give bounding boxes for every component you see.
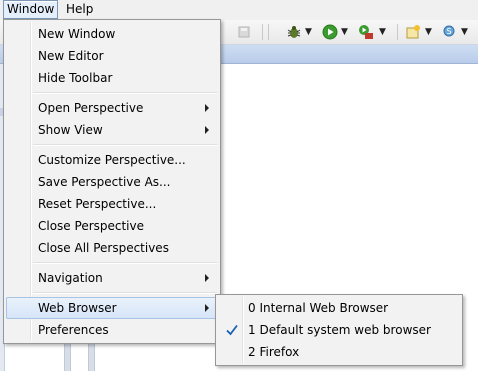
window-menu: New Window New Editor Hide Toolbar Open … — [3, 19, 221, 344]
menu-item-label: Reset Perspective... — [38, 197, 157, 211]
menu-item-label: New Editor — [38, 49, 104, 63]
menu-bar: Window Help — [0, 0, 478, 21]
chevron-down-icon[interactable]: ▼ — [379, 27, 386, 37]
submenu-item-default-system-web-browser[interactable]: 1 Default system web browser — [218, 319, 458, 341]
menu-separator — [33, 292, 217, 294]
submenu-item-firefox[interactable]: 2 Firefox — [218, 341, 458, 363]
menu-separator — [33, 144, 217, 146]
menu-item-show-view[interactable]: Show View — [6, 119, 217, 141]
debug-icon[interactable] — [286, 24, 302, 40]
menu-item-save-perspective-as[interactable]: Save Perspective As... — [6, 171, 217, 193]
submenu-item-internal-web-browser[interactable]: 0 Internal Web Browser — [218, 297, 458, 319]
menu-item-navigation[interactable]: Navigation — [6, 267, 217, 289]
submenu-arrow-icon — [205, 104, 209, 112]
menu-item-reset-perspective[interactable]: Reset Perspective... — [6, 193, 217, 215]
menu-item-label: Save Perspective As... — [38, 175, 171, 189]
menu-item-web-browser[interactable]: Web Browser — [6, 297, 217, 319]
toolbar-separator — [268, 24, 269, 40]
menu-item-label: Navigation — [38, 271, 103, 285]
submenu-arrow-icon — [205, 126, 209, 134]
submenu-arrow-icon — [205, 274, 209, 282]
menu-separator — [33, 262, 217, 264]
new-wizard-icon[interactable] — [405, 24, 421, 40]
run-icon[interactable] — [322, 24, 338, 40]
menu-item-label: Close All Perspectives — [38, 241, 169, 255]
external-tools-icon[interactable] — [358, 24, 374, 40]
menu-item-new-editor[interactable]: New Editor — [6, 45, 217, 67]
submenu-arrow-icon — [205, 304, 209, 312]
menu-item-label: Hide Toolbar — [38, 71, 113, 85]
menu-item-label: New Window — [38, 27, 116, 41]
chevron-down-icon[interactable]: ▼ — [341, 27, 348, 37]
view-border — [64, 340, 71, 371]
menu-item-close-perspective[interactable]: Close Perspective — [6, 215, 217, 237]
checkmark-icon — [225, 322, 239, 336]
submenu-item-label: 2 Firefox — [248, 345, 300, 359]
submenu-item-label: 1 Default system web browser — [248, 323, 431, 337]
menu-item-label: Open Perspective — [38, 101, 144, 115]
menu-item-open-perspective[interactable]: Open Perspective — [6, 97, 217, 119]
chevron-down-icon[interactable]: ▼ — [305, 27, 312, 37]
menu-item-customize-perspective[interactable]: Customize Perspective... — [6, 149, 217, 171]
search-icon[interactable]: S — [442, 24, 458, 40]
toolbar-separator — [397, 24, 398, 40]
view-border — [88, 340, 95, 371]
svg-text:S: S — [447, 27, 452, 36]
menu-help[interactable]: Help — [63, 1, 96, 18]
menu-item-label: Preferences — [38, 323, 109, 337]
chevron-down-icon[interactable]: ▼ — [425, 27, 432, 37]
menu-item-label: Close Perspective — [38, 219, 145, 233]
menu-item-new-window[interactable]: New Window — [6, 23, 217, 45]
menu-item-preferences[interactable]: Preferences — [6, 319, 217, 341]
menu-item-hide-toolbar[interactable]: Hide Toolbar — [6, 67, 217, 89]
menu-item-label: Show View — [38, 123, 103, 137]
chevron-down-icon[interactable]: ▼ — [461, 27, 468, 37]
menu-window[interactable]: Window — [3, 0, 59, 19]
submenu-item-label: 0 Internal Web Browser — [248, 301, 389, 315]
menu-item-label: Web Browser — [38, 301, 117, 315]
menu-separator — [33, 92, 217, 94]
menu-item-close-all-perspectives[interactable]: Close All Perspectives — [6, 237, 217, 259]
web-browser-submenu: 0 Internal Web Browser 1 Default system … — [215, 294, 463, 366]
save-icon[interactable] — [236, 24, 252, 40]
menu-item-label: Customize Perspective... — [38, 153, 186, 167]
toolbar-separator — [262, 24, 263, 40]
